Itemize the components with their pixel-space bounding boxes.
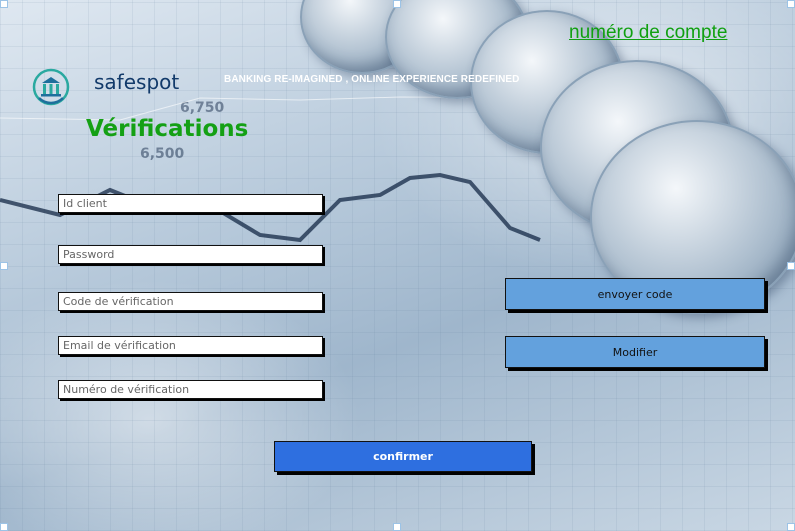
- client-id-input[interactable]: [58, 194, 323, 213]
- frame-handle: [0, 262, 8, 270]
- account-number-link[interactable]: numéro de compte: [569, 22, 727, 44]
- brand-name: safespot: [94, 70, 180, 94]
- tagline: BANKING RE-IMAGINED , ONLINE EXPERIENCE …: [224, 74, 520, 85]
- frame-handle: [787, 523, 795, 531]
- password-input[interactable]: [58, 245, 323, 264]
- modify-button[interactable]: Modifier: [505, 336, 765, 368]
- frame-handle: [787, 0, 795, 8]
- verification-email-input[interactable]: [58, 336, 323, 355]
- verification-code-input[interactable]: [58, 292, 323, 311]
- frame-handle: [0, 0, 8, 8]
- frame-handle: [393, 0, 401, 8]
- frame-handle: [393, 523, 401, 531]
- frame-handle: [0, 523, 8, 531]
- frame-handle: [787, 262, 795, 270]
- send-code-button[interactable]: envoyer code: [505, 278, 765, 310]
- verification-number-input[interactable]: [58, 380, 323, 399]
- page-title: Vérifications: [86, 116, 249, 142]
- bank-building-chart-icon: [30, 68, 72, 106]
- confirm-button[interactable]: confirmer: [274, 441, 532, 472]
